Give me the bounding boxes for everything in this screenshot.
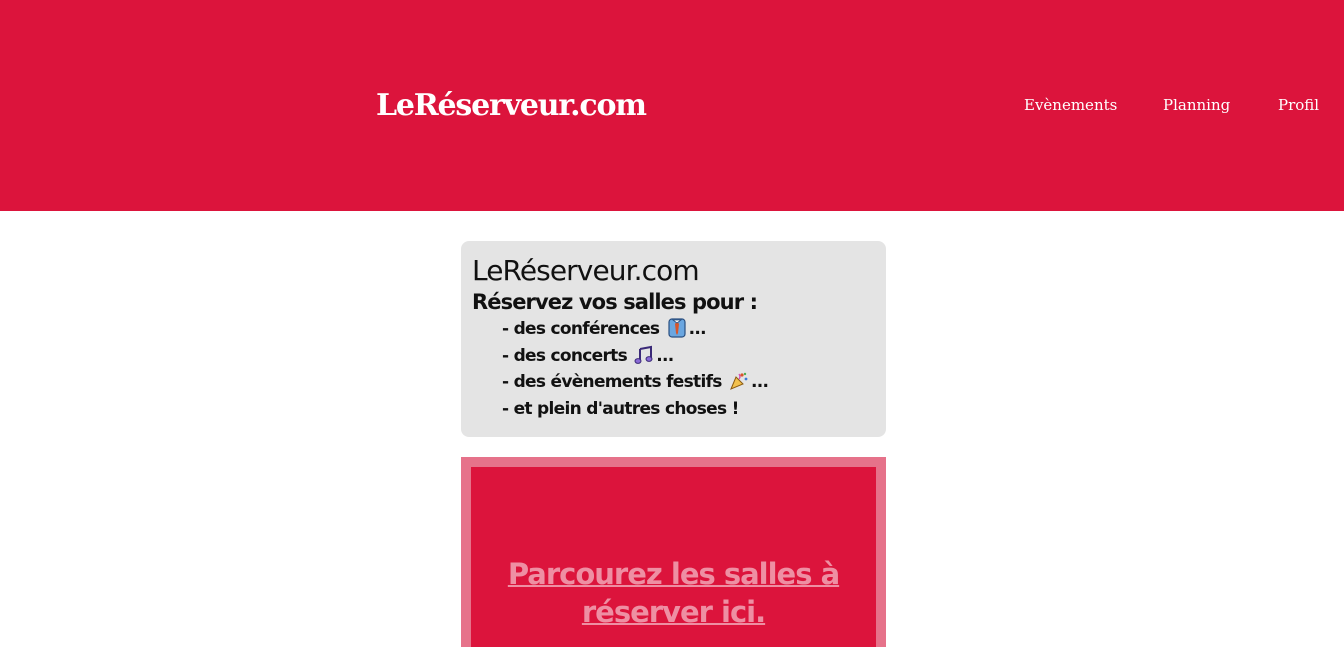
list-item: - des concerts ... — [502, 343, 875, 370]
browse-rooms-panel: Parcourez les salles à réserver ici. — [461, 457, 886, 647]
nav-link-profil[interactable]: Profil — [1278, 94, 1319, 116]
necktie-shirt-icon — [667, 318, 686, 338]
list-item-suffix: ... — [750, 372, 769, 392]
list-item-text: - des évènements festifs — [502, 372, 722, 392]
nav-link-evenements[interactable]: Evènements — [1024, 94, 1117, 116]
party-popper-icon — [730, 372, 748, 390]
browse-rooms-inner: Parcourez les salles à réserver ici. — [471, 467, 876, 647]
list-item: - et plein d'autres choses ! — [502, 396, 875, 423]
main-nav: Evènements Planning Profil — [0, 94, 1344, 118]
intro-card: LeRéserveur.com Réservez vos salles pour… — [461, 241, 886, 437]
list-item-suffix: ... — [688, 319, 707, 339]
nav-link-planning[interactable]: Planning — [1163, 94, 1230, 116]
list-item-text: - des concerts — [502, 345, 628, 366]
list-item-text: - des conférences — [502, 319, 660, 339]
list-item: - des conférences ... — [502, 316, 875, 343]
musical-notes-icon — [634, 345, 653, 364]
intro-title: LeRéserveur.com — [472, 254, 700, 287]
intro-subtitle: Réservez vos salles pour : — [472, 290, 758, 314]
list-item-suffix: ... — [656, 345, 674, 366]
site-header: LeRéserveur.com Evènements Planning Prof… — [0, 0, 1344, 211]
list-item-text: - et plein d'autres choses ! — [502, 398, 739, 419]
feature-list: - des conférences ... - des concerts ...… — [472, 316, 875, 422]
browse-rooms-link[interactable]: Parcourez les salles à réserver ici. — [508, 557, 840, 629]
list-item: - des évènements festifs ... — [502, 369, 875, 396]
